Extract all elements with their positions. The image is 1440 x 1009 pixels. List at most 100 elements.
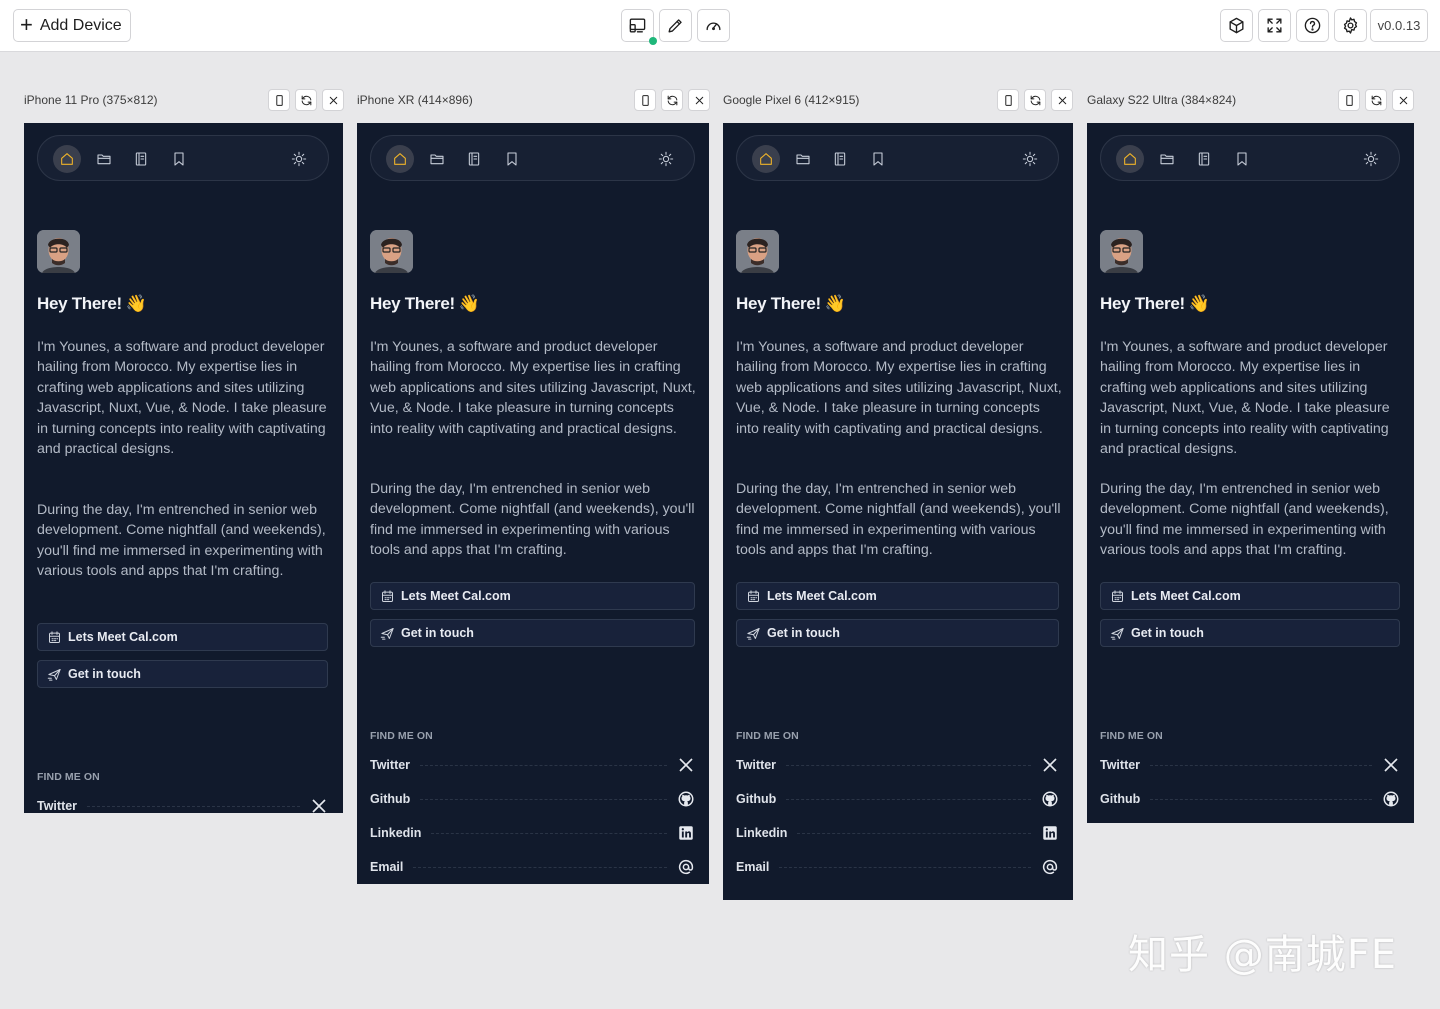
social-github[interactable]: Github	[1100, 789, 1400, 809]
social-twitter[interactable]: Twitter	[1100, 755, 1400, 775]
find-me-heading: FIND ME ON	[1100, 730, 1163, 742]
social-github[interactable]: Github	[736, 789, 1059, 809]
fullscreen-button[interactable]	[1258, 9, 1291, 42]
settings-button[interactable]	[1334, 9, 1367, 42]
theme-toggle[interactable]	[652, 145, 680, 173]
nav-articles[interactable]	[127, 145, 155, 173]
get-in-touch-button[interactable]: Get in touch	[736, 619, 1059, 647]
github-icon	[1042, 791, 1058, 807]
site-nav	[37, 135, 329, 181]
help-button[interactable]	[1296, 9, 1329, 42]
social-linkedin[interactable]: Linkedin	[370, 823, 695, 843]
rotate-device-button[interactable]	[634, 89, 656, 111]
linkedin-icon	[679, 826, 693, 840]
settings-icon	[1343, 17, 1358, 34]
device-screen: Hey There! 👋 I'm Younes, a software and p…	[723, 123, 1073, 900]
version-badge[interactable]: v0.0.13	[1370, 9, 1428, 42]
reload-device-button[interactable]	[1365, 89, 1387, 111]
nav-articles[interactable]	[1190, 145, 1218, 173]
lets-meet-button[interactable]: Lets Meet Cal.com	[37, 623, 328, 651]
wave-emoji: 👋	[824, 294, 846, 313]
sun-icon	[1022, 151, 1038, 167]
nav-home[interactable]	[53, 145, 81, 173]
intro-paragraph: I'm Younes, a software and product devel…	[1100, 339, 1390, 458]
calendar-icon	[1112, 589, 1123, 602]
greeting-heading: Hey There! 👋	[1100, 294, 1210, 313]
phone-icon	[275, 94, 283, 106]
mail-send-icon	[380, 627, 394, 640]
get-in-touch-button[interactable]: Get in touch	[37, 660, 328, 688]
device-select-button[interactable]	[621, 9, 654, 42]
folder-icon	[1160, 154, 1174, 165]
add-device-button[interactable]: + Add Device	[13, 9, 131, 42]
calendar-icon	[382, 589, 393, 602]
intro-paragraph: I'm Younes, a software and product devel…	[370, 339, 696, 437]
nav-home[interactable]	[752, 145, 780, 173]
site-nav	[736, 135, 1059, 181]
home-icon	[760, 153, 772, 165]
lets-meet-button[interactable]: Lets Meet Cal.com	[1100, 582, 1400, 610]
nav-articles[interactable]	[460, 145, 488, 173]
performance-button[interactable]	[697, 9, 730, 42]
device-screen: Hey There! 👋 I'm Younes, a software and p…	[24, 123, 343, 813]
nav-bookmarks[interactable]	[864, 145, 892, 173]
social-twitter[interactable]: Twitter	[736, 755, 1059, 775]
social-github[interactable]: Github	[370, 789, 695, 809]
nav-projects[interactable]	[1153, 145, 1181, 173]
nav-home[interactable]	[1116, 145, 1144, 173]
reload-device-button[interactable]	[1024, 89, 1046, 111]
social-twitter[interactable]: Twitter	[37, 796, 328, 813]
daily-paragraph: During the day, I'm entrenched in senior…	[37, 502, 326, 580]
greeting-heading: Hey There! 👋	[37, 294, 147, 313]
device-title: Galaxy S22 Ultra (384×824)	[1087, 93, 1237, 107]
social-twitter[interactable]: Twitter	[370, 755, 695, 775]
social-linkedin[interactable]: Linkedin	[736, 823, 1059, 843]
nav-articles[interactable]	[826, 145, 854, 173]
theme-toggle[interactable]	[1357, 145, 1385, 173]
pen-button[interactable]	[659, 9, 692, 42]
device-screen: Hey There! 👋 I'm Younes, a software and p…	[357, 123, 709, 884]
device-screen: Hey There! 👋 I'm Younes, a software and p…	[1087, 123, 1414, 823]
mail-send-icon	[746, 627, 760, 640]
device-title: iPhone 11 Pro (375×812)	[24, 93, 158, 107]
theme-toggle[interactable]	[285, 145, 313, 173]
at-sign-icon	[1042, 859, 1058, 875]
nav-bookmarks[interactable]	[498, 145, 526, 173]
close-device-button[interactable]	[1392, 89, 1414, 111]
rotate-device-button[interactable]	[997, 89, 1019, 111]
3d-view-button[interactable]	[1220, 9, 1253, 42]
device-select-icon	[629, 18, 646, 33]
expand-icon	[1267, 18, 1282, 33]
notebook-icon	[1198, 152, 1210, 166]
nav-bookmarks[interactable]	[165, 145, 193, 173]
theme-toggle[interactable]	[1016, 145, 1044, 173]
rotate-device-button[interactable]	[268, 89, 290, 111]
close-device-button[interactable]	[322, 89, 344, 111]
get-in-touch-button[interactable]: Get in touch	[1100, 619, 1400, 647]
nav-bookmarks[interactable]	[1228, 145, 1256, 173]
get-in-touch-button[interactable]: Get in touch	[370, 619, 695, 647]
close-device-button[interactable]	[1051, 89, 1073, 111]
reload-device-button[interactable]	[295, 89, 317, 111]
x-logo-icon	[312, 799, 326, 813]
device-header: iPhone XR (414×896)	[357, 86, 710, 114]
mail-send-icon	[1110, 627, 1124, 640]
lets-meet-button[interactable]: Lets Meet Cal.com	[370, 582, 695, 610]
close-device-button[interactable]	[688, 89, 710, 111]
daily-paragraph: During the day, I'm entrenched in senior…	[736, 481, 1061, 559]
nav-projects[interactable]	[789, 145, 817, 173]
device-title: iPhone XR (414×896)	[357, 93, 473, 107]
nav-projects[interactable]	[90, 145, 118, 173]
nav-home[interactable]	[386, 145, 414, 173]
lets-meet-button[interactable]: Lets Meet Cal.com	[736, 582, 1059, 610]
phone-icon	[1345, 94, 1353, 106]
close-icon	[695, 96, 703, 104]
nav-projects[interactable]	[423, 145, 451, 173]
social-email[interactable]: Email	[736, 857, 1059, 877]
pen-icon	[668, 19, 682, 33]
find-me-heading: FIND ME ON	[370, 730, 433, 742]
sun-icon	[1363, 151, 1379, 167]
reload-device-button[interactable]	[661, 89, 683, 111]
social-email[interactable]: Email	[370, 857, 695, 877]
rotate-device-button[interactable]	[1338, 89, 1360, 111]
